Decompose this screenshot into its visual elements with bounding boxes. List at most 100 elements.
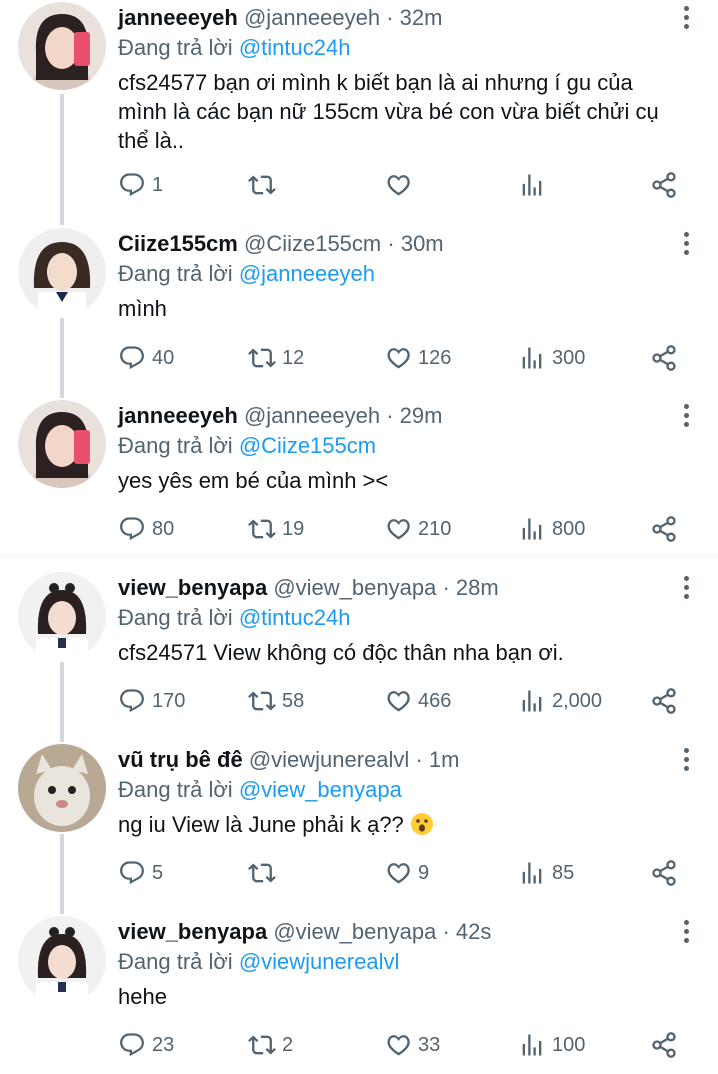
- display-name[interactable]: janneeeyeh: [118, 403, 238, 428]
- like-count: 9: [418, 861, 430, 884]
- timestamp[interactable]: 30m: [401, 231, 444, 256]
- retweet-icon: [248, 687, 276, 715]
- tweet[interactable]: janneeeyeh @janneeeyeh · 32m Đang trả lờ…: [0, 0, 718, 225]
- views-button[interactable]: 85: [518, 856, 574, 890]
- avatar[interactable]: [18, 2, 106, 90]
- reply-mention[interactable]: @janneeeyeh: [239, 261, 375, 286]
- handle[interactable]: @view_benyapa: [273, 919, 436, 944]
- reply-context: Đang trả lời @tintuc24h: [118, 34, 350, 62]
- more-options-icon[interactable]: [682, 232, 690, 258]
- reply-mention[interactable]: @tintuc24h: [239, 605, 351, 630]
- like-button[interactable]: 9: [384, 856, 429, 890]
- retweet-button[interactable]: 2: [248, 1028, 293, 1062]
- reply-button[interactable]: 23: [118, 1028, 174, 1062]
- share-icon: [650, 171, 678, 199]
- reply-mention[interactable]: @viewjunerealvl: [239, 949, 400, 974]
- handle[interactable]: @janneeeyeh: [244, 5, 380, 30]
- action-bar: 23 2 33 100: [118, 1028, 688, 1062]
- tweet[interactable]: Ciize155cm @Ciize155cm · 30m Đang trả lờ…: [0, 226, 718, 398]
- handle[interactable]: @janneeeyeh: [244, 403, 380, 428]
- reply-button[interactable]: 80: [118, 512, 174, 546]
- share-button[interactable]: [650, 512, 678, 546]
- views-icon: [518, 859, 546, 887]
- tweet[interactable]: view_benyapa @view_benyapa · 42s Đang tr…: [0, 914, 718, 1074]
- reply-context: Đang trả lời @view_benyapa: [118, 776, 402, 804]
- retweet-button[interactable]: 58: [248, 684, 304, 718]
- tweet[interactable]: view_benyapa @view_benyapa · 28m Đang tr…: [0, 570, 718, 742]
- timestamp[interactable]: 1m: [429, 747, 460, 772]
- reply-count: 40: [152, 346, 175, 369]
- avatar[interactable]: [18, 228, 106, 316]
- share-button[interactable]: [650, 856, 678, 890]
- share-button[interactable]: [650, 341, 678, 375]
- views-button[interactable]: 100: [518, 1028, 585, 1062]
- timestamp[interactable]: 29m: [400, 403, 443, 428]
- display-name[interactable]: view_benyapa: [118, 919, 267, 944]
- tweet-text: hehe: [118, 984, 167, 1009]
- reply-icon: [118, 344, 146, 372]
- action-bar: 5 9 85: [118, 856, 688, 890]
- share-button[interactable]: [650, 1028, 678, 1062]
- retweet-icon: [248, 515, 276, 543]
- retweet-button[interactable]: 19: [248, 512, 304, 546]
- share-button[interactable]: [650, 168, 678, 202]
- tweet-header: janneeeyeh @janneeeyeh · 32m: [118, 5, 443, 30]
- heart-icon: [384, 1031, 412, 1059]
- display-name[interactable]: Ciize155cm: [118, 231, 238, 256]
- avatar[interactable]: [18, 400, 106, 488]
- reply-button[interactable]: 40: [118, 341, 174, 375]
- like-count: 210: [418, 517, 452, 540]
- views-button[interactable]: 800: [518, 512, 585, 546]
- handle[interactable]: @view_benyapa: [273, 575, 436, 600]
- avatar[interactable]: [18, 744, 106, 832]
- avatar[interactable]: [18, 916, 106, 1004]
- heart-icon: [384, 515, 412, 543]
- reply-button[interactable]: 1: [118, 168, 163, 202]
- tweet-header: vũ trụ bê đê @viewjunerealvl · 1m: [118, 747, 460, 772]
- reply-mention[interactable]: @view_benyapa: [239, 777, 402, 802]
- tweet[interactable]: janneeeyeh @janneeeyeh · 29m Đang trả lờ…: [0, 398, 718, 554]
- like-button[interactable]: 33: [384, 1028, 440, 1062]
- reply-mention[interactable]: @tintuc24h: [239, 35, 351, 60]
- share-icon: [650, 1031, 678, 1059]
- like-button[interactable]: 466: [384, 684, 451, 718]
- reply-button[interactable]: 170: [118, 684, 185, 718]
- avatar[interactable]: [18, 572, 106, 660]
- tweet-header: Ciize155cm @Ciize155cm · 30m: [118, 231, 444, 256]
- more-options-icon[interactable]: [682, 748, 690, 774]
- display-name[interactable]: view_benyapa: [118, 575, 267, 600]
- like-button[interactable]: 126: [384, 341, 451, 375]
- retweet-icon: [248, 171, 276, 199]
- handle[interactable]: @Ciize155cm: [244, 231, 381, 256]
- handle[interactable]: @viewjunerealvl: [249, 747, 410, 772]
- more-options-icon[interactable]: [682, 920, 690, 946]
- tweet-text: yes yês em bé của mình ><: [118, 468, 389, 493]
- reply-icon: [118, 171, 146, 199]
- reply-prefix: Đang trả lời: [118, 605, 233, 630]
- reply-prefix: Đang trả lời: [118, 949, 233, 974]
- views-button[interactable]: 300: [518, 341, 585, 375]
- like-button[interactable]: [384, 168, 418, 202]
- reply-button[interactable]: 5: [118, 856, 163, 890]
- retweet-button[interactable]: [248, 856, 282, 890]
- reply-prefix: Đang trả lời: [118, 777, 233, 802]
- views-button[interactable]: [518, 168, 552, 202]
- more-options-icon[interactable]: [682, 404, 690, 430]
- retweet-button[interactable]: [248, 168, 282, 202]
- more-options-icon[interactable]: [682, 576, 690, 602]
- display-name[interactable]: janneeeyeh: [118, 5, 238, 30]
- reply-mention[interactable]: @Ciize155cm: [239, 433, 376, 458]
- display-name[interactable]: vũ trụ bê đê: [118, 747, 243, 772]
- more-options-icon[interactable]: [682, 6, 690, 32]
- timestamp[interactable]: 28m: [456, 575, 499, 600]
- like-count: 126: [418, 346, 452, 369]
- retweet-button[interactable]: 12: [248, 341, 304, 375]
- thread-line: [60, 662, 64, 742]
- timestamp[interactable]: 32m: [400, 5, 443, 30]
- timestamp[interactable]: 42s: [456, 919, 491, 944]
- like-button[interactable]: 210: [384, 512, 451, 546]
- share-button[interactable]: [650, 684, 678, 718]
- views-button[interactable]: 2,000: [518, 684, 602, 718]
- reply-count: 1: [152, 173, 164, 196]
- tweet[interactable]: vũ trụ bê đê @viewjunerealvl · 1m Đang t…: [0, 742, 718, 914]
